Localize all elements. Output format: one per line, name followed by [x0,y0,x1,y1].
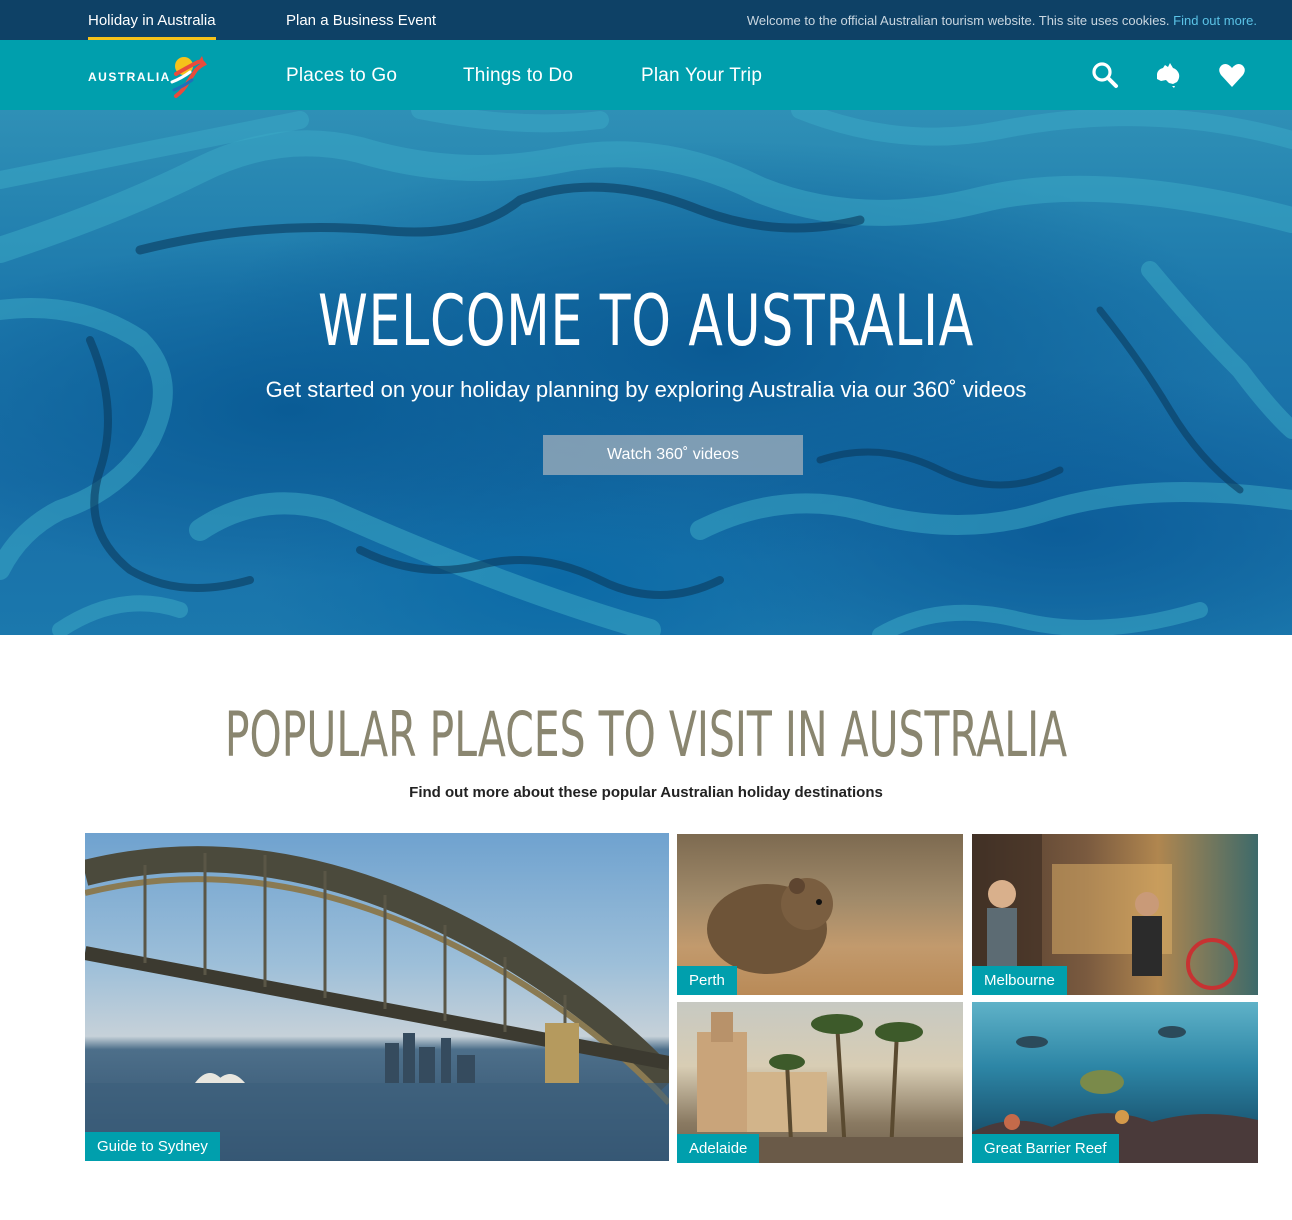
popular-places-title: POPULAR PLACES TO VISIT IN AUSTRALIA [224,698,1068,771]
hero-banner: WELCOME TO AUSTRALIA Get started on your… [0,110,1292,635]
reef-background-image [0,110,1292,635]
nav-plan-your-trip[interactable]: Plan Your Trip [641,40,762,110]
nav-things-to-do[interactable]: Things to Do [463,40,573,110]
popular-places-subtitle: Find out more about these popular Austra… [409,784,883,801]
main-nav: AUSTRALIA Places to Go Things to Do Plan… [0,40,1292,110]
tile-label-sydney: Guide to Sydney [85,1132,220,1161]
top-utility-bar: Holiday in Australia Plan a Business Eve… [0,0,1292,40]
nav-places-to-go[interactable]: Places to Go [286,40,397,110]
tab-plan-business-event[interactable]: Plan a Business Event [286,0,436,40]
heart-icon[interactable] [1217,60,1247,90]
cookie-find-out-more-link[interactable]: Find out more. [1173,13,1257,28]
tile-adelaide[interactable]: Adelaide [677,1002,963,1163]
tile-sydney[interactable]: Guide to Sydney [85,833,669,1161]
logo-text: AUSTRALIA [88,70,171,84]
tile-melbourne[interactable]: Melbourne [972,834,1258,995]
tile-label-perth: Perth [677,966,737,995]
hero-title: WELCOME TO AUSTRALIA [318,280,974,362]
tile-label-adelaide: Adelaide [677,1134,760,1163]
cookie-notice-text: Welcome to the official Australian touri… [746,13,1170,28]
tile-label-great-barrier-reef: Great Barrier Reef [972,1134,1119,1163]
tab-holiday-in-australia[interactable]: Holiday in Australia [88,0,216,40]
australia-map-icon[interactable] [1153,60,1183,90]
search-icon[interactable] [1090,60,1120,90]
tile-perth[interactable]: Perth [677,834,963,995]
watch-360-videos-button[interactable]: Watch 360˚ videos [543,435,803,475]
hero-subtitle: Get started on your holiday planning by … [265,377,1027,402]
tile-label-melbourne: Melbourne [972,966,1067,995]
tile-great-barrier-reef[interactable]: Great Barrier Reef [972,1002,1258,1163]
kangaroo-logo-icon [170,56,207,98]
australia-logo[interactable]: AUSTRALIA [88,52,213,100]
sydney-harbour-bridge-image [85,846,669,1161]
cookie-notice: Welcome to the official Australian touri… [747,0,1257,42]
